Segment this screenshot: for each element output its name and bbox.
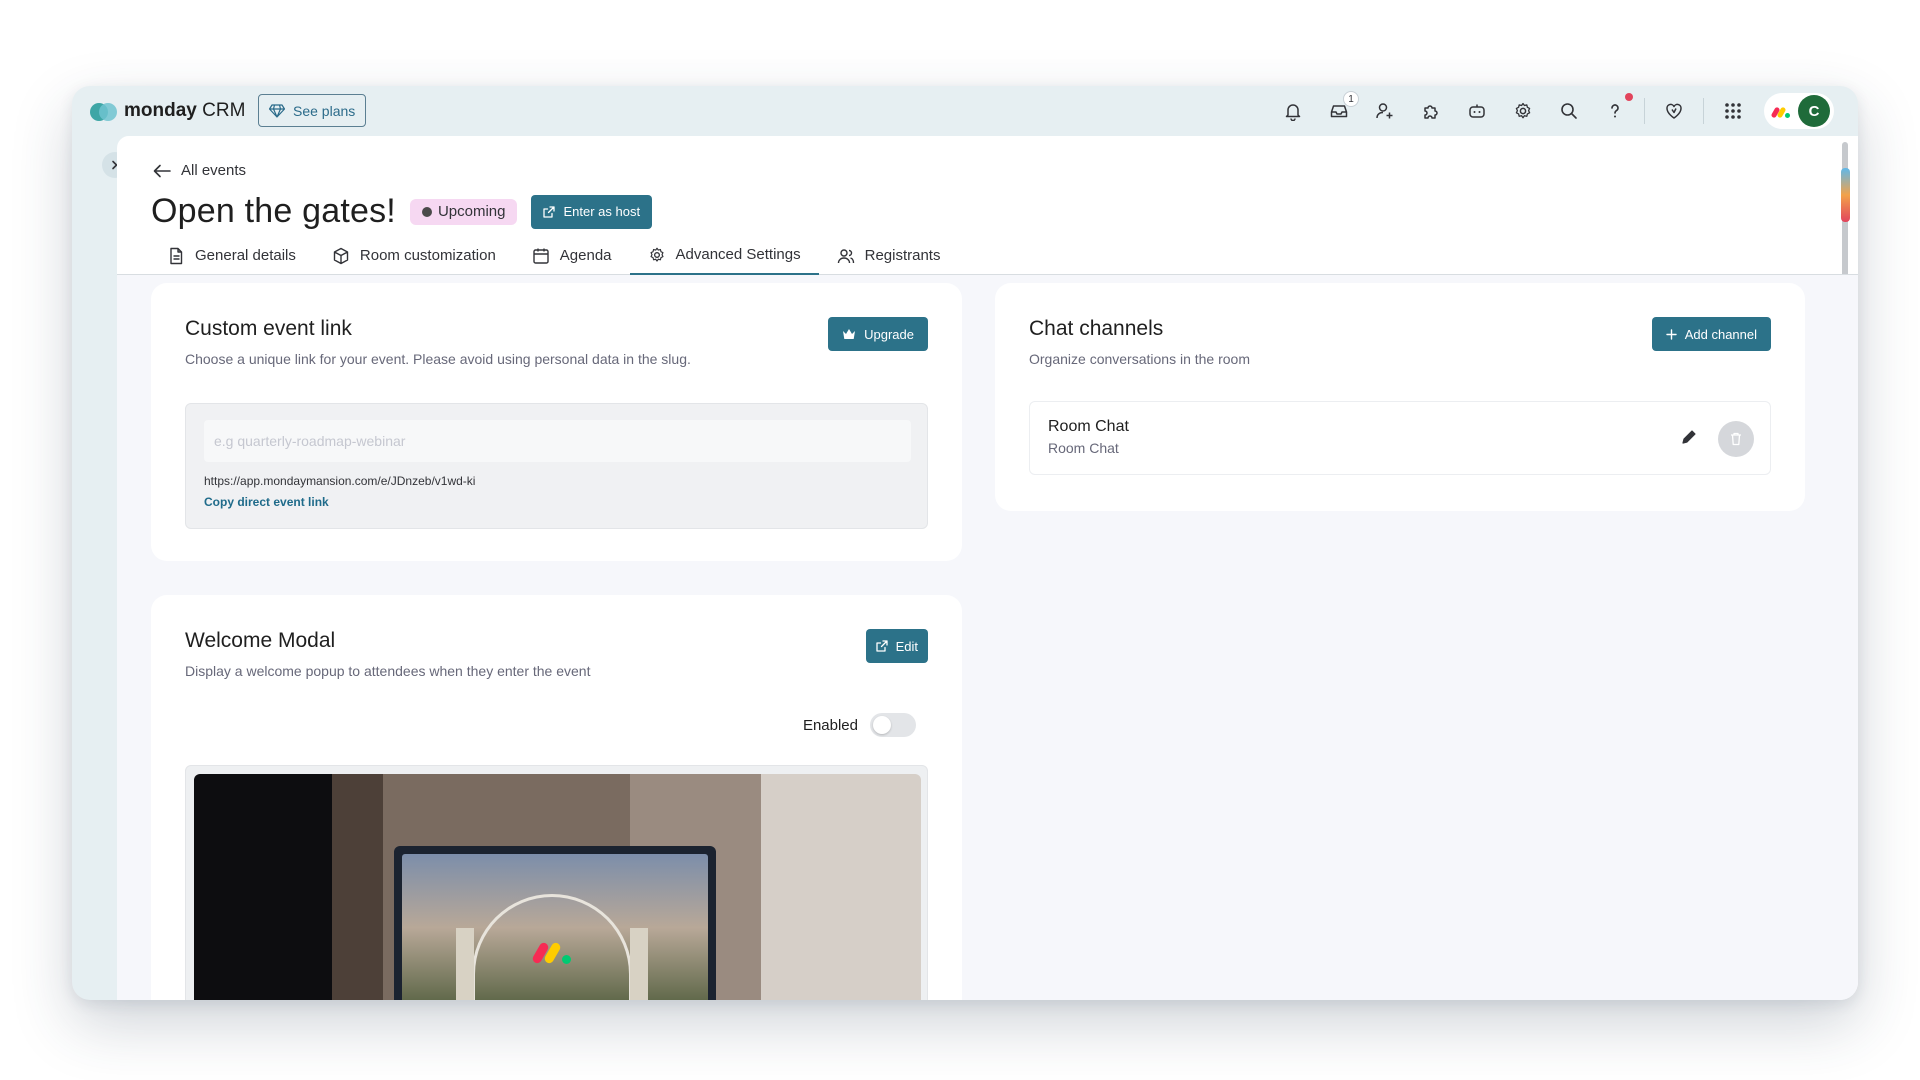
clock-icon (421, 206, 432, 217)
enter-as-host-button[interactable]: Enter as host (531, 194, 653, 229)
diamond-icon (269, 103, 285, 118)
card-title: Chat channels (1029, 317, 1164, 340)
scrollbar-accent (1841, 168, 1850, 222)
page-title: Open the gates! (151, 192, 396, 230)
monday-logo-icon (531, 938, 574, 965)
bell-icon[interactable] (1279, 97, 1307, 125)
pencil-icon[interactable] (1680, 428, 1698, 446)
welcome-modal-card: Welcome Modal Display a welcome popup to… (151, 595, 962, 1000)
tab-advanced-settings[interactable]: Advanced Settings (629, 236, 819, 275)
card-description: Display a welcome popup to attendees whe… (185, 663, 591, 679)
settings-content: Custom event link Choose a unique link f… (117, 275, 1858, 1000)
list-item: Room Chat Room Chat (1029, 401, 1771, 475)
enabled-toggle-row: Enabled (803, 713, 916, 737)
people-icon (837, 248, 854, 263)
arrow-left-icon (153, 164, 171, 177)
crown-icon (843, 329, 856, 339)
card-title: Custom event link (185, 317, 352, 340)
brand-logo[interactable]: monday CRM (90, 100, 245, 122)
see-plans-button[interactable]: See plans (258, 94, 367, 127)
tab-bar: General details Room customization Agend… (117, 236, 1858, 275)
document-icon (170, 247, 183, 264)
edit-icon (875, 640, 888, 652)
card-description: Choose a unique link for your event. Ple… (185, 351, 691, 367)
invite-members-icon[interactable] (1371, 97, 1399, 125)
delete-channel-button[interactable] (1718, 421, 1754, 457)
top-bar: monday CRM See plans 1 C (72, 86, 1858, 136)
monday-logo-icon (90, 101, 117, 121)
inbox-count-badge: 1 (1343, 91, 1359, 107)
divider (1703, 98, 1704, 124)
status-badge: Upcoming (409, 198, 518, 225)
top-icons: 1 C (1270, 86, 1858, 136)
event-url: https://app.mondaymansion.com/e/JDnzeb/v… (204, 474, 476, 488)
edit-welcome-modal-button[interactable]: Edit (865, 629, 928, 663)
main-panel: All events Open the gates! Upcoming Ente… (117, 136, 1858, 1000)
channel-name: Room Chat (1048, 418, 1129, 435)
monday-mark-icon (1770, 104, 1792, 119)
welcome-modal-preview (185, 765, 928, 1000)
preview-image (194, 774, 921, 1000)
plus-icon (1666, 328, 1677, 340)
upgrade-button[interactable]: Upgrade (828, 317, 928, 351)
add-channel-button[interactable]: Add channel (1651, 317, 1771, 351)
tab-registrants[interactable]: Registrants (819, 236, 959, 275)
gear-icon (649, 247, 664, 262)
trash-icon (1731, 432, 1741, 446)
notification-dot (1625, 93, 1633, 101)
custom-event-link-card: Custom event link Choose a unique link f… (151, 283, 962, 561)
app-window: monday CRM See plans 1 C All events Open… (72, 86, 1858, 1000)
tab-general-details[interactable]: General details (149, 236, 314, 275)
calendar-icon (533, 248, 549, 264)
enabled-toggle[interactable] (870, 713, 916, 737)
tab-room-customization[interactable]: Room customization (314, 236, 514, 275)
event-slug-input[interactable] (204, 420, 911, 462)
back-to-all-events-link[interactable]: All events (153, 162, 246, 179)
divider (1644, 98, 1645, 124)
help-icon[interactable] (1601, 93, 1633, 125)
external-link-icon (543, 205, 556, 218)
card-description: Organize conversations in the room (1029, 351, 1250, 367)
channel-subtitle: Room Chat (1048, 440, 1119, 456)
title-row: Open the gates! Upcoming Enter as host (151, 192, 653, 231)
search-icon[interactable] (1555, 97, 1583, 125)
apps-icon[interactable] (1417, 97, 1445, 125)
tab-agenda[interactable]: Agenda (514, 236, 630, 275)
copy-event-link[interactable]: Copy direct event link (204, 495, 329, 509)
app-grid-icon[interactable] (1719, 97, 1747, 125)
account-menu[interactable]: C (1764, 93, 1834, 129)
settings-icon[interactable] (1509, 97, 1537, 125)
cube-icon (333, 247, 349, 264)
card-title: Welcome Modal (185, 629, 336, 652)
chat-channels-card: Chat channels Organize conversations in … (995, 283, 1805, 511)
ai-assistant-icon[interactable] (1463, 97, 1491, 125)
heart-icon[interactable] (1660, 97, 1688, 125)
avatar: C (1798, 95, 1830, 127)
enabled-label: Enabled (802, 716, 858, 734)
event-link-box: https://app.mondaymansion.com/e/JDnzeb/v… (185, 403, 928, 529)
inbox-icon[interactable]: 1 (1325, 91, 1359, 125)
